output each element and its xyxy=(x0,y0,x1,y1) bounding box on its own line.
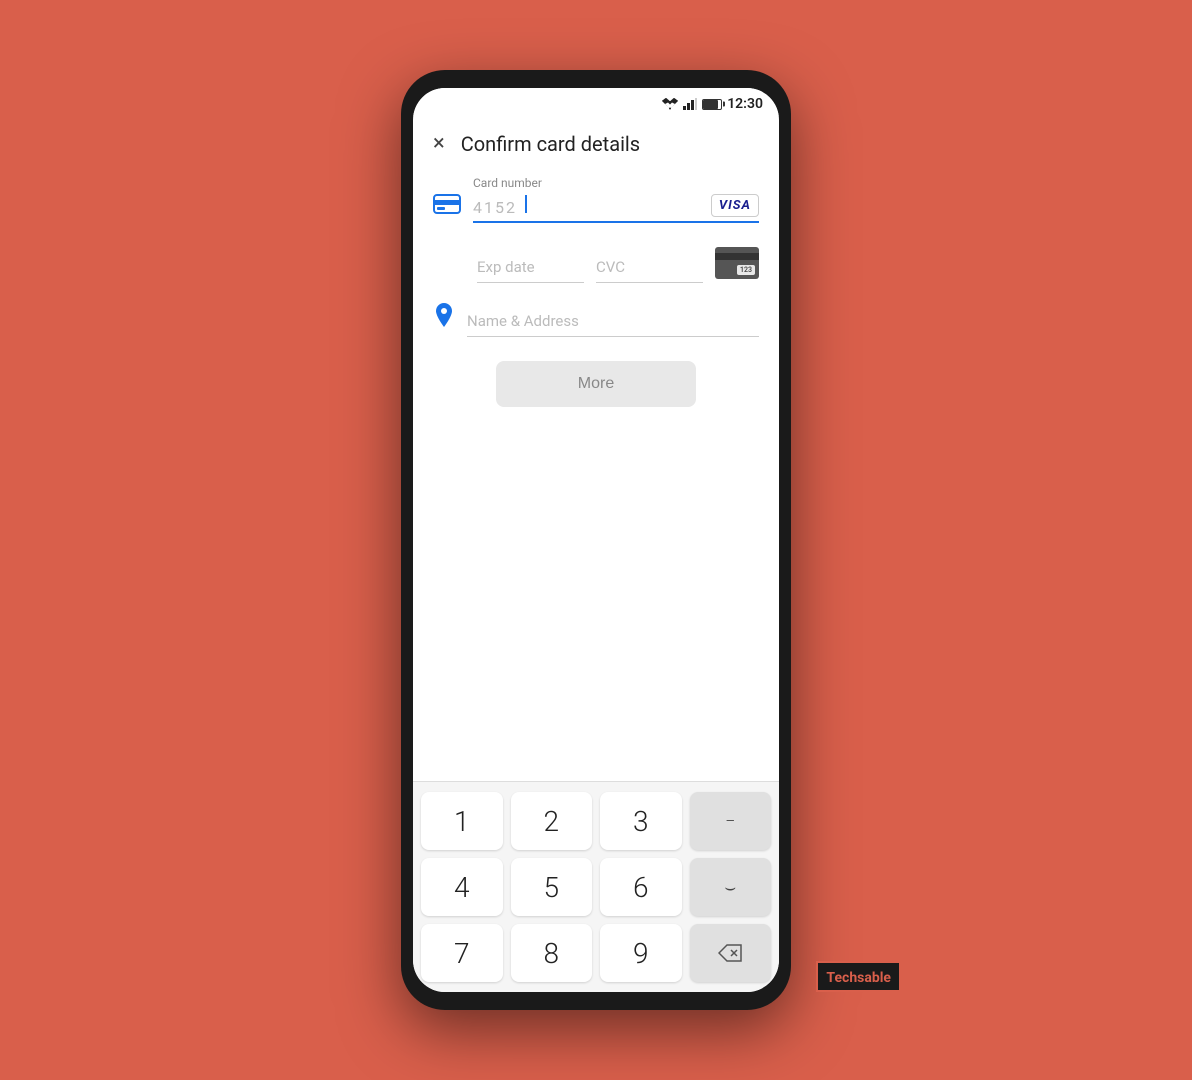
key-space[interactable]: ⌣ xyxy=(690,858,772,916)
credit-card-icon xyxy=(433,193,461,215)
exp-cvc-row: Exp date CVC 123 xyxy=(477,247,759,283)
key-5[interactable]: 5 xyxy=(511,858,593,916)
more-button[interactable]: More xyxy=(496,361,696,407)
phone-screen: 12:30 × Confirm card details xyxy=(413,88,779,992)
location-icon xyxy=(433,303,455,333)
card-number-value: 4152 xyxy=(473,195,527,217)
key-6[interactable]: 6 xyxy=(600,858,682,916)
app-content: × Confirm card details Card number xyxy=(413,116,779,992)
key-4[interactable]: 4 xyxy=(421,858,503,916)
signal-icon xyxy=(683,98,697,110)
key-1[interactable]: 1 xyxy=(421,792,503,850)
card-number-field[interactable]: Card number 4152 VISA xyxy=(473,176,759,223)
card-number-input-row: 4152 VISA xyxy=(473,194,759,223)
status-time: 12:30 xyxy=(727,96,763,112)
name-address-row: Name & Address xyxy=(433,303,759,337)
key-dash[interactable]: − xyxy=(690,792,772,850)
techsable-text: Techsable xyxy=(826,970,891,986)
status-bar: 12:30 xyxy=(413,88,779,116)
cvc-card-icon: 123 xyxy=(715,247,759,279)
cvc-hint: 123 xyxy=(737,265,755,275)
keyboard-row-1: 1 2 3 − xyxy=(421,792,771,850)
phone-frame: 12:30 × Confirm card details xyxy=(401,70,791,1010)
wifi-icon xyxy=(662,98,678,110)
exp-date-placeholder: Exp date xyxy=(477,258,584,283)
name-address-placeholder: Name & Address xyxy=(467,312,759,337)
card-icon-area xyxy=(433,193,461,219)
card-number-section: Card number 4152 VISA xyxy=(433,176,759,227)
keyboard-row-2: 4 5 6 ⌣ xyxy=(421,858,771,916)
close-button[interactable]: × xyxy=(433,133,445,155)
page-header: × Confirm card details xyxy=(413,116,779,168)
exp-date-field[interactable]: Exp date xyxy=(477,258,584,283)
more-button-area: More xyxy=(433,361,759,407)
key-8[interactable]: 8 xyxy=(511,924,593,982)
cvc-field[interactable]: CVC xyxy=(596,258,703,283)
key-9[interactable]: 9 xyxy=(600,924,682,982)
visa-badge: VISA xyxy=(711,194,759,217)
keyboard-area: 1 2 3 − 4 5 6 ⌣ 7 8 9 xyxy=(413,781,779,992)
key-2[interactable]: 2 xyxy=(511,792,593,850)
techsable-watermark: Techsable xyxy=(816,961,901,992)
status-icons: 12:30 xyxy=(662,96,763,112)
name-address-field[interactable]: Name & Address xyxy=(467,312,759,337)
key-backspace[interactable] xyxy=(690,924,772,982)
key-7[interactable]: 7 xyxy=(421,924,503,982)
page-title: Confirm card details xyxy=(461,132,640,156)
form-area: Card number 4152 VISA Exp date CVC xyxy=(413,168,779,781)
battery-icon xyxy=(702,99,722,110)
cvc-placeholder: CVC xyxy=(596,258,703,283)
key-3[interactable]: 3 xyxy=(600,792,682,850)
keyboard-row-3: 7 8 9 xyxy=(421,924,771,982)
card-number-label: Card number xyxy=(473,176,759,190)
